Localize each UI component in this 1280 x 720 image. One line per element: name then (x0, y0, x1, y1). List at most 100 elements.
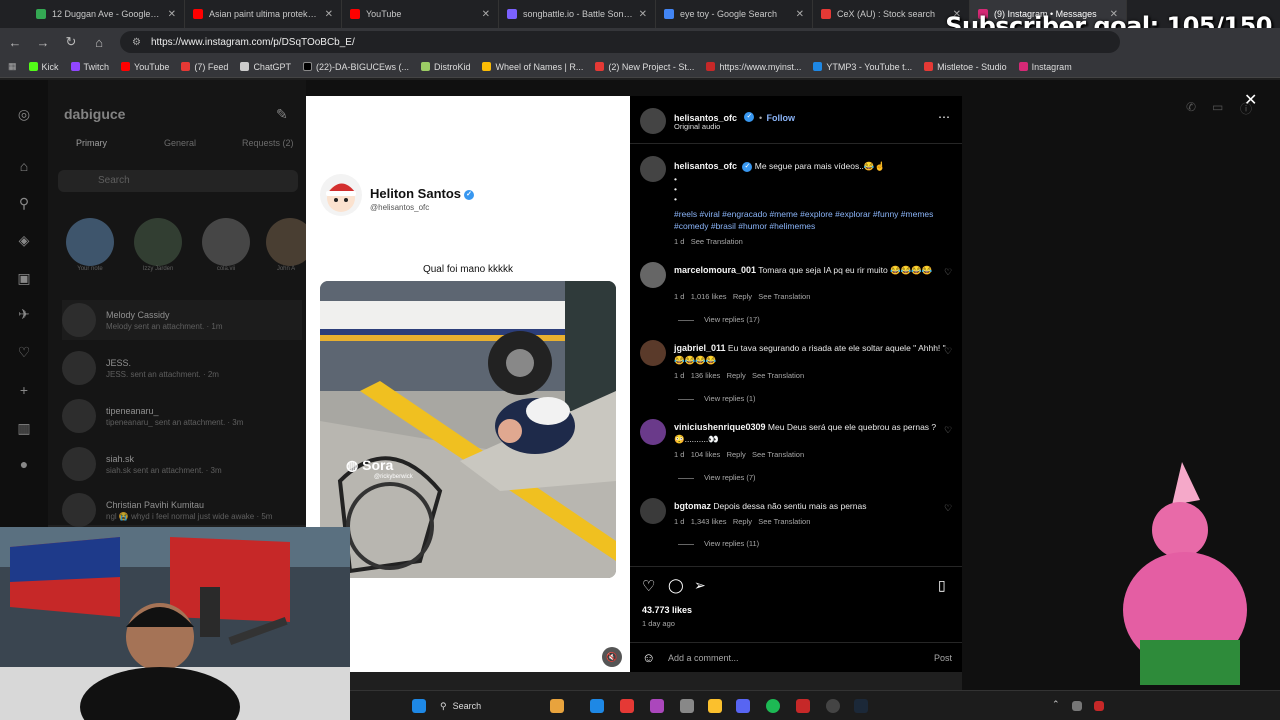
close-tab-icon[interactable]: ✕ (325, 9, 333, 20)
create-icon[interactable]: + (16, 382, 32, 398)
avatar[interactable] (640, 156, 666, 182)
taskbar-search[interactable]: ⚲ Search (440, 697, 536, 715)
reels-icon[interactable]: ▣ (16, 270, 32, 286)
capcut-icon[interactable] (796, 699, 810, 713)
comment-icon[interactable]: ◯ (668, 577, 684, 594)
see-translation-link[interactable]: See Translation (691, 237, 743, 246)
bookmark[interactable]: Wheel of Names | R... (482, 62, 583, 72)
post-video[interactable]: ◍ Sora @rickyberwick (320, 281, 616, 578)
tray-icon[interactable] (1094, 701, 1104, 711)
explore-icon[interactable]: ◈ (16, 232, 32, 248)
close-tab-icon[interactable]: ✕ (796, 9, 804, 20)
site-info-icon[interactable]: ⚙ (132, 37, 141, 48)
share-icon[interactable]: ➢ (694, 577, 706, 594)
reload-icon[interactable]: ↻ (64, 34, 78, 50)
apps-icon[interactable]: ▦ (8, 61, 17, 72)
home-icon[interactable]: ⌂ (92, 35, 106, 50)
start-icon[interactable] (412, 699, 426, 713)
like-comment-icon[interactable]: ♡ (944, 267, 952, 278)
dashboard-icon[interactable]: ▥ (16, 420, 32, 436)
messages-icon[interactable]: ✈ (16, 306, 32, 322)
bookmark[interactable]: https://www.myinst... (706, 62, 801, 72)
tray-chevron-icon[interactable]: ⌃ (1052, 699, 1060, 710)
close-tab-icon[interactable]: ✕ (168, 9, 176, 20)
edge-icon[interactable] (590, 699, 604, 713)
dm-search-input[interactable]: Search (58, 170, 298, 192)
save-icon[interactable]: ▯ (938, 577, 946, 594)
forward-icon[interactable]: → (36, 35, 50, 50)
bookmark[interactable]: Mistletoe - Studio (924, 62, 1007, 72)
like-comment-icon[interactable]: ♡ (944, 503, 952, 514)
like-comment-icon[interactable]: ♡ (944, 425, 952, 436)
follow-button[interactable]: Follow (767, 113, 796, 123)
widgets-icon[interactable] (550, 699, 564, 713)
compose-icon[interactable]: ✎ (276, 106, 288, 123)
dm-thread[interactable]: Melody Cassidy Melody sent an attachment.… (62, 300, 302, 340)
view-replies-link[interactable]: View replies (17) (678, 315, 760, 324)
bookmark[interactable]: (2) New Project - St... (595, 62, 694, 72)
settings-icon[interactable] (680, 699, 694, 713)
search-icon[interactable]: ⚲ (16, 195, 32, 211)
emoji-icon[interactable]: ☺ (642, 650, 655, 665)
bookmark[interactable]: DistroKid (420, 62, 470, 72)
url-bar[interactable]: ⚙ https://www.instagram.com/p/DSqTOoBCb_E… (120, 31, 1120, 53)
file-explorer-icon[interactable] (708, 699, 722, 713)
bookmark[interactable]: Twitch (70, 62, 109, 72)
close-tab-icon[interactable]: ✕ (482, 9, 490, 20)
bookmark[interactable]: ChatGPT (240, 62, 291, 72)
browser-tab[interactable]: YouTube ✕ (342, 0, 499, 28)
chrome-icon[interactable] (620, 699, 634, 713)
comment-input[interactable]: Add a comment... (668, 653, 739, 663)
browser-tab[interactable]: 12 Duggan Ave - Google Maps✕ (28, 0, 185, 28)
profile-icon[interactable]: ● (16, 456, 32, 472)
instagram-logo-icon[interactable]: ◎ (16, 106, 32, 122)
discord-icon[interactable] (736, 699, 750, 713)
bookmark[interactable]: (7) Feed (181, 62, 228, 72)
likes-count[interactable]: 43.773 likes (642, 605, 692, 615)
browser-tab[interactable]: songbattle.io - Battle Songs ag✕ (499, 0, 656, 28)
dm-thread[interactable]: tipeneanaru_ tipeneanaru_ sent an attachm… (62, 396, 302, 436)
bookmark[interactable]: YouTube (121, 62, 169, 72)
view-replies-link[interactable]: View replies (11) (678, 539, 759, 548)
dm-thread[interactable]: JESS. JESS. sent an attachment. · 2m (62, 348, 302, 388)
back-icon[interactable]: ← (8, 35, 22, 50)
bookmark[interactable]: Instagram (1018, 62, 1072, 72)
avatar[interactable] (640, 498, 666, 524)
steam-icon[interactable] (854, 699, 868, 713)
browser-tab[interactable]: Asian paint ultima protek colo ✕ (185, 0, 342, 28)
note-item[interactable]: cola.vii (198, 218, 254, 272)
close-modal-icon[interactable]: ✕ (1244, 90, 1257, 110)
avatar[interactable] (640, 419, 666, 445)
modal-backdrop[interactable] (306, 80, 962, 96)
dm-thread[interactable]: siah.sk siah.sk sent an attachment. · 3m (62, 444, 302, 484)
copilot-icon[interactable] (650, 699, 664, 713)
bookmark[interactable]: (22)-DA-BIGUCEws (... (302, 62, 409, 72)
note-item[interactable]: Izzy Jarden (130, 218, 186, 272)
view-replies-link[interactable]: View replies (7) (678, 473, 756, 482)
post-comment-button[interactable]: Post (934, 653, 952, 663)
close-tab-icon[interactable]: ✕ (639, 9, 647, 20)
bookmark[interactable]: Kick (28, 62, 59, 72)
audio-label[interactable]: Original audio (674, 122, 720, 131)
spotify-icon[interactable] (766, 699, 780, 713)
avatar[interactable] (640, 262, 666, 288)
like-icon[interactable]: ♡ (642, 577, 655, 595)
dm-thread[interactable]: Christian Pavihi Kumitau ngl 😭 whyd i fee… (62, 490, 302, 530)
tab-primary[interactable]: Primary (76, 138, 107, 148)
tab-requests[interactable]: Requests (2) (242, 138, 294, 148)
dm-username[interactable]: dabiguce (64, 106, 125, 122)
like-comment-icon[interactable]: ♡ (944, 346, 952, 357)
note-item[interactable]: Your note (62, 218, 118, 272)
mute-icon[interactable]: 🔇 (602, 647, 622, 667)
tray-icon[interactable] (1072, 701, 1082, 711)
browser-tab[interactable]: eye toy - Google Search ✕ (656, 0, 813, 28)
bookmark[interactable]: YTMP3 - YouTube t... (813, 62, 912, 72)
tab-general[interactable]: General (164, 138, 196, 148)
note-item[interactable]: John A (266, 218, 306, 272)
notifications-icon[interactable]: ♡ (16, 344, 32, 360)
more-options-icon[interactable]: ⋯ (938, 110, 950, 124)
view-replies-link[interactable]: View replies (1) (678, 394, 756, 403)
avatar[interactable] (640, 108, 666, 134)
obs-icon[interactable] (826, 699, 840, 713)
home-icon[interactable]: ⌂ (16, 158, 32, 174)
